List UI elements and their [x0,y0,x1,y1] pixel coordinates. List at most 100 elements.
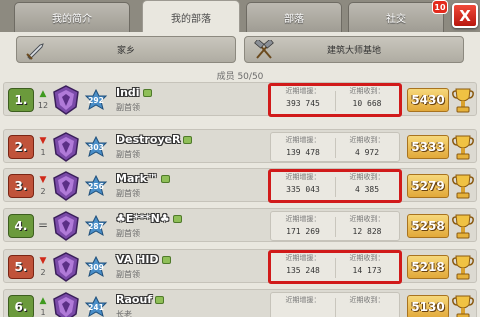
received-label: 近期收到： [349,136,385,144]
xp-level-star-icon: 303 [84,136,108,158]
rank-badge: 2. [8,135,34,159]
member-row[interactable]: 1. ▲ 12 292 Indi 副首领 近期增援： 393 745 近期收到：… [3,82,477,117]
chat-icon [142,89,152,97]
trophy-icon [452,174,474,199]
xp-level-value: 287 [88,222,104,231]
tab-my-clan[interactable]: 我的部落 [142,0,240,34]
received-stat: 近期收到： [337,295,397,305]
members-count: 成员 50/50 [216,72,264,82]
rank-badge: 4. [8,214,34,238]
chat-icon [161,256,171,264]
received-label: 近期收到： [349,87,385,95]
member-name-text: DestroyeR [116,133,181,146]
trophy-icon [452,255,474,280]
member-name-text: Raouf [116,293,153,306]
rank-up-arrow-icon: ▲ [39,89,47,99]
member-name-text: Mark™ [116,172,159,185]
received-value: 4 385 [354,185,380,194]
donated-label: 近期增援： [285,215,321,223]
xp-level-star-icon: 256 [84,175,108,197]
trend-value: 12 [37,101,49,110]
donated-label: 近期增援： [285,254,321,262]
member-name: ♣E***N♣ [116,212,182,225]
received-value: 12 828 [352,227,382,236]
rank-trend: ▲ 1 [37,295,49,317]
xp-level-value: 256 [88,182,104,191]
league-shield-icon [53,292,79,317]
member-name: VA HID [116,253,171,266]
home-village-button[interactable]: 家乡 [16,36,236,63]
received-label: 近期收到： [349,215,385,223]
donated-value: 171 269 [286,227,320,236]
donation-stats: 近期增援： 135 248 近期收到： 14 173 [268,250,402,284]
received-stat: 近期收到： 10 668 [337,86,397,108]
received-stat: 近期收到： 4 385 [337,172,397,194]
stat-divider [335,298,336,317]
builder-base-button[interactable]: 建筑大师基地 [244,36,464,63]
trophy-count: 5333 [407,135,449,159]
trophy-count: 5218 [407,255,449,279]
donation-stats: 近期增援： 139 478 近期收到： 4 972 [270,132,400,162]
rank-trend: ▼ 2 [37,174,49,197]
member-row[interactable]: 3. ▼ 2 256 Mark™ 副首领 近期增援： 335 043 近期收到：… [3,168,477,203]
xp-level-value: 309 [88,263,104,272]
league-shield-icon [53,252,79,282]
rank-badge: 6. [8,295,34,317]
home-village-label: 家乡 [116,46,135,56]
donated-label: 近期增援： [285,87,321,95]
received-value: 14 173 [352,266,382,275]
member-row[interactable]: 4. = 287 ♣E***N♣ 副首领 近期增援： 171 269 近期收到：… [3,208,477,242]
donated-stat: 近期增援： 171 269 [273,214,333,236]
trend-value: 2 [40,268,46,277]
rank-down-arrow-icon: ▼ [39,175,47,185]
member-name-text: VA HID [116,253,159,266]
rank-trend: ▼ 1 [37,135,49,158]
donation-stats: 近期增援： 171 269 近期收到： 12 828 [270,211,400,241]
donated-label: 近期增援： [285,136,321,144]
trophy-icon [452,295,474,317]
notification-badge: 10 [432,0,448,14]
trend-value: 1 [40,148,46,157]
donated-stat: 近期增援： 335 043 [273,172,333,194]
received-label: 近期收到： [349,296,385,304]
member-row[interactable]: 6. ▲ 1 241 Raouf 长老 近期增援： 近期收到： 5130 [3,289,477,317]
member-role: 副首领 [116,270,140,279]
hammers-icon [254,40,274,59]
donated-value: 335 043 [286,185,320,194]
member-name-text: ♣E***N♣ [116,212,170,225]
donated-stat: 近期增援： 393 745 [273,86,333,108]
donated-label: 近期增援： [285,173,321,181]
trend-value: = [37,218,49,232]
member-role: 副首领 [116,150,140,159]
stat-divider [335,258,336,278]
rank-badge: 3. [8,174,34,198]
rank-badge: 5. [8,255,34,279]
received-label: 近期收到： [349,254,385,262]
donation-stats: 近期增援： 393 745 近期收到： 10 668 [268,83,402,117]
trend-value: 2 [40,187,46,196]
close-button[interactable]: X [452,3,478,28]
member-row[interactable]: 2. ▼ 1 303 DestroyeR 副首领 近期增援： 139 478 近… [3,129,477,163]
tab-bar: 我的简介 我的部落 部落 社交 10 X [0,0,480,34]
member-name: Mark™ [116,172,171,185]
stat-divider [335,217,336,237]
tab-my-profile[interactable]: 我的简介 [14,2,130,32]
donated-label: 近期增援： [285,296,321,304]
xp-level-value: 303 [88,143,104,152]
donated-value: 139 478 [286,148,320,157]
donated-value: 135 248 [286,266,320,275]
rank-trend: ▼ 2 [37,255,49,278]
member-name: DestroyeR [116,133,193,146]
tab-social[interactable]: 社交 [348,2,444,32]
chat-icon [183,136,193,144]
league-shield-icon [53,211,79,241]
member-row[interactable]: 5. ▼ 2 309 VA HID 副首领 近期增援： 135 248 近期收到… [3,249,477,284]
xp-level-star-icon: 309 [84,256,108,278]
donated-stat: 近期增援： [273,295,333,305]
tab-clans[interactable]: 部落 [246,2,342,32]
xp-level-star-icon: 241 [84,296,108,317]
trophy-icon [452,88,474,113]
rank-badge: 1. [8,88,34,112]
trophy-count: 5279 [407,174,449,198]
trophy-count: 5258 [407,214,449,238]
